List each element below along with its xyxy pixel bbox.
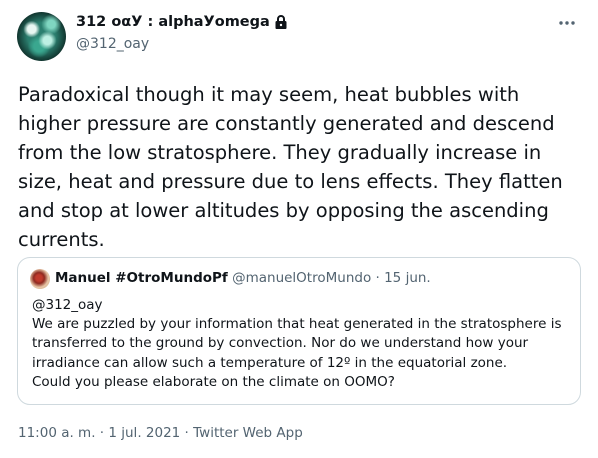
author-name-row[interactable]: 312 οαУ : alphaУomega xyxy=(76,14,289,30)
lock-icon xyxy=(275,15,287,29)
tweet-time[interactable]: 11:00 a. m. xyxy=(18,425,96,441)
quoted-tweet-text: @312_oay We are puzzled by your informat… xyxy=(32,296,568,392)
quoted-author-name[interactable]: Manuel #OtroMundoPf xyxy=(55,270,228,286)
quoted-tweet-header: Manuel #OtroMundoPf @manuelOtroMundo · 1… xyxy=(55,270,431,286)
author-handle[interactable]: @312_oay xyxy=(76,36,149,52)
author-display-name[interactable]: 312 οαУ : alphaУomega xyxy=(76,14,270,30)
quoted-text-line: transferred to the ground by convection.… xyxy=(32,335,529,352)
quoted-author-handle[interactable]: @manuelOtroMundo xyxy=(232,270,371,286)
tweet-timestamp-row: 11:00 a. m. · 1 jul. 2021 · Twitter Web … xyxy=(18,425,303,441)
quoted-text-line: Could you please elaborate on the climat… xyxy=(32,373,395,390)
tweet-source: Twitter Web App xyxy=(193,425,303,441)
quoted-tweet-date[interactable]: 15 jun. xyxy=(384,270,431,286)
tweet-text: Paradoxical though it may seem, heat bub… xyxy=(18,83,563,251)
footer-separator: · xyxy=(95,425,109,441)
more-icon[interactable] xyxy=(556,14,578,32)
profile-avatar[interactable] xyxy=(17,12,66,61)
quoted-text-line: We are puzzled by your information that … xyxy=(32,316,562,333)
quoted-tweet-card[interactable]: Manuel #OtroMundoPf @manuelOtroMundo · 1… xyxy=(17,257,581,405)
tweet-date[interactable]: 1 jul. 2021 xyxy=(108,425,180,441)
footer-separator: · xyxy=(180,425,194,441)
quoted-text-line: @312_oay xyxy=(32,297,103,313)
quoted-author-avatar[interactable] xyxy=(30,269,50,289)
quoted-meta-separator: · xyxy=(371,270,385,286)
quoted-text-line: irradiance can allow such a temperature … xyxy=(32,354,508,371)
